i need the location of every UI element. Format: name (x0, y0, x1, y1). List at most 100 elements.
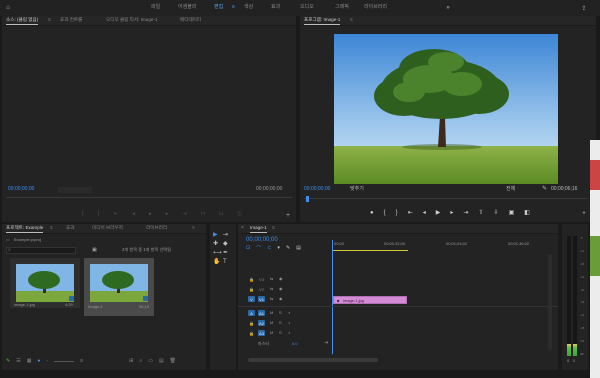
tab-effect-controls[interactable]: 효과 컨트롤 (60, 17, 82, 23)
wrench-icon[interactable]: ✎ (542, 186, 547, 192)
step-back-icon[interactable]: ◂ (132, 211, 135, 217)
list-view-icon[interactable]: ☰ (16, 358, 20, 364)
menu-assembly[interactable]: 어셈블리 (178, 5, 196, 10)
home-icon[interactable]: ⌂ (4, 4, 12, 12)
track-label-v2[interactable]: V2 (258, 286, 265, 292)
linked-selection-icon[interactable]: ⊂ (267, 245, 271, 252)
icon-view-icon[interactable]: ▦ (27, 358, 32, 364)
compare-icon[interactable]: ◧ (524, 210, 530, 217)
lock-icon[interactable]: 🔒 (248, 276, 255, 282)
source-add-button-icon[interactable]: + (284, 212, 292, 220)
export-frame-icon[interactable]: ◫ (237, 211, 242, 217)
mark-out-icon[interactable]: } (396, 210, 398, 217)
ripple-edit-tool-icon[interactable]: ✚ (213, 241, 223, 247)
program-scrub-bar[interactable] (304, 198, 588, 199)
menu-file[interactable]: 파일 (151, 5, 160, 10)
selection-tool-icon[interactable]: ▶ (213, 232, 223, 238)
program-add-button-icon[interactable]: + (580, 210, 588, 218)
program-timecode-left[interactable]: 00;00;00;00 (304, 187, 330, 192)
eye-icon[interactable]: ◉ (279, 297, 283, 301)
microphone-icon[interactable]: ◖ (288, 311, 290, 315)
source-patch-a1[interactable]: A (248, 310, 255, 316)
tab-libraries[interactable]: 라이브러리 (146, 225, 167, 231)
more-tabs-icon[interactable]: » (192, 226, 195, 231)
tab-project[interactable]: 프로젝트: Example (6, 225, 44, 233)
work-area-bar[interactable] (332, 250, 408, 251)
menu-color[interactable]: 색상 (244, 5, 253, 10)
timeline-tab-menu-icon[interactable]: ≡ (272, 225, 275, 231)
mute-button[interactable]: M (270, 331, 273, 335)
timeline-settings-icon[interactable]: ✎ (286, 245, 290, 252)
master-value[interactable]: 0.0 (292, 342, 298, 346)
project-tab-menu-icon[interactable]: ≡ (50, 225, 53, 231)
hand-tool-icon[interactable]: ✋ (213, 259, 223, 265)
menu-libraries[interactable]: 라이브러리 (364, 5, 387, 10)
program-tab-menu-icon[interactable]: ≡ (350, 17, 353, 23)
microphone-icon[interactable]: ◖ (288, 331, 290, 335)
project-search-input[interactable]: ⌕ (6, 247, 76, 254)
razor-tool-icon[interactable]: ◆ (223, 241, 233, 247)
source-timecode-left[interactable]: 00;00;00;00 (8, 187, 34, 192)
play-icon[interactable]: ▸ (149, 211, 152, 217)
menu-effects[interactable]: 효과 (271, 5, 280, 10)
step-forward-icon[interactable]: ▸ (450, 210, 453, 217)
tab-sequence[interactable]: Image-1 (250, 225, 267, 233)
project-item-image-1-sequence[interactable]: Image-1 06;16 (84, 258, 154, 316)
go-to-in-icon[interactable]: ⇤ (114, 211, 118, 217)
zoom-out-icon[interactable]: ◦ (46, 358, 48, 364)
program-fit-select[interactable]: 맞추기 (350, 187, 364, 192)
slip-tool-icon[interactable]: ⟷ (213, 250, 223, 256)
new-item-icon[interactable]: ▤ (159, 358, 164, 364)
sync-lock-icon[interactable]: ⇆ (270, 297, 273, 301)
vertical-scrollbar[interactable] (548, 254, 552, 350)
timeline-timecode[interactable]: 00;00;00;00 (246, 237, 278, 243)
solo-button[interactable]: S (279, 311, 282, 315)
mute-button[interactable]: M (270, 321, 273, 325)
clear-icon[interactable]: 🗑 (170, 358, 176, 364)
tab-effects[interactable]: 효과 (66, 225, 74, 231)
source-zoom-select[interactable] (58, 187, 92, 193)
tab-program[interactable]: 프로그램: Image-1 (304, 17, 341, 25)
go-to-out-icon[interactable]: ⇥ (183, 211, 187, 217)
add-marker-icon[interactable]: ● (370, 210, 374, 217)
track-label-v1[interactable]: V1 (258, 296, 265, 302)
find-icon[interactable]: ⌕ (139, 358, 142, 364)
freeform-view-icon[interactable]: ● (37, 358, 40, 364)
program-quality-select[interactable]: 전체 (506, 187, 515, 192)
solo-button[interactable]: S (279, 331, 282, 335)
pen-tool-icon[interactable]: ✒ (223, 250, 233, 256)
new-bin-icon[interactable]: ▭ (148, 358, 153, 364)
tab-source[interactable]: 소스: (클립 없음) (6, 17, 39, 25)
extract-icon[interactable]: ⇩ (494, 210, 499, 217)
export-frame-icon[interactable]: ▣ (509, 210, 515, 217)
go-to-out-icon[interactable]: ⇥ (463, 210, 468, 217)
share-icon[interactable]: ⇪ (580, 4, 588, 12)
tab-audio-clip-mixer[interactable]: 오디오 클립 믹서: Image-1 (106, 17, 158, 23)
project-item-image-1-jpg[interactable]: image-1.jpg 4;29 (10, 258, 80, 308)
program-playhead[interactable] (306, 196, 309, 202)
thumbnail-zoom-slider[interactable] (54, 360, 75, 362)
track-select-tool-icon[interactable]: ⇥ (223, 232, 233, 238)
track-label-a2[interactable]: A2 (258, 320, 265, 326)
play-icon[interactable]: ▶ (436, 210, 441, 217)
insert-sequence-nest-icon[interactable]: ⊡ (246, 245, 250, 252)
step-back-icon[interactable]: ◂ (423, 210, 426, 217)
mute-button[interactable]: M (270, 311, 273, 315)
horizontal-scrollbar[interactable] (248, 358, 378, 362)
source-patch-v1[interactable]: V (248, 296, 255, 302)
go-to-end-icon[interactable]: ⇥ (324, 341, 328, 346)
track-label-a1[interactable]: A1 (258, 310, 265, 316)
menu-graphics[interactable]: 그래픽 (335, 5, 349, 10)
snap-icon[interactable]: ⌒ (256, 245, 261, 252)
track-label-v3[interactable]: V3 (258, 276, 265, 282)
lock-icon[interactable]: 🔒 (248, 320, 255, 326)
lift-icon[interactable]: ⇧ (479, 210, 484, 217)
eye-icon[interactable]: ◉ (279, 287, 283, 291)
go-to-in-icon[interactable]: ⇤ (408, 210, 413, 217)
overwrite-icon[interactable]: ⊔ (219, 211, 223, 217)
timeline-clip[interactable]: ■ image-1.jpg (333, 296, 407, 304)
insert-icon[interactable]: ⊓ (201, 211, 205, 217)
captions-icon[interactable]: ▤ (296, 245, 301, 252)
menu-edit[interactable]: 편집 (214, 5, 223, 10)
mark-out-icon[interactable]: } (98, 211, 100, 217)
